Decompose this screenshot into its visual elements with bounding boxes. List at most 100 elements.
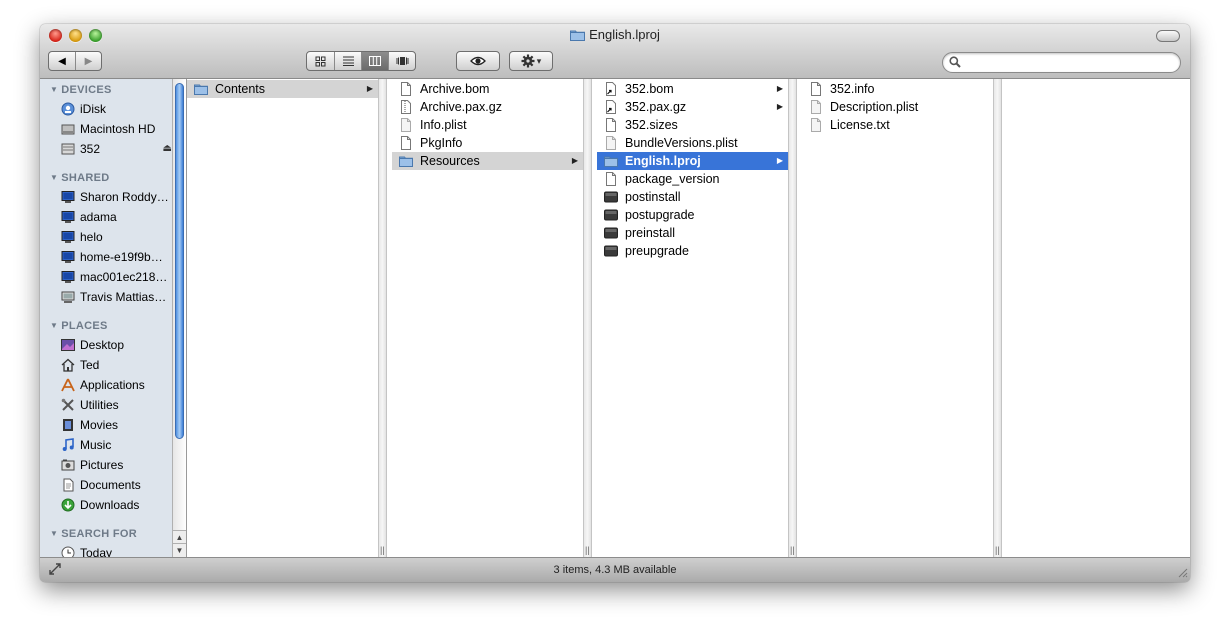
file-row[interactable]: Archive.bom xyxy=(392,80,583,98)
search-field[interactable] xyxy=(942,52,1181,73)
idisk-icon xyxy=(61,102,75,116)
archive-icon xyxy=(399,100,413,114)
sidebar-list: ▼ DEVICES iDisk Macintosh HD 352 ⏏ ▼ SHARED Shar… xyxy=(40,79,172,557)
file-row[interactable]: Contents ▶ xyxy=(187,80,378,98)
list-view-button[interactable] xyxy=(334,52,361,70)
file-row[interactable]: 352.info xyxy=(802,80,993,98)
action-menu-button[interactable]: ▾ xyxy=(509,51,553,71)
column-view-button[interactable] xyxy=(361,52,388,70)
column-resize-grip-icon[interactable]: || xyxy=(585,545,590,555)
status-text: 3 items, 4.3 MB available xyxy=(553,564,677,576)
file-row[interactable]: English.lproj ▶ xyxy=(597,152,788,170)
desktop-icon xyxy=(61,338,75,352)
file-icon xyxy=(399,82,413,96)
file-row[interactable]: preinstall xyxy=(597,224,788,242)
browser-column[interactable]: Archive.bom Archive.pax.gz Info.plist PkgIn… xyxy=(392,79,583,557)
column-divider[interactable]: || xyxy=(583,79,592,557)
window-title: English.lproj xyxy=(40,27,1190,44)
window-title-text: English.lproj xyxy=(589,27,660,42)
file-row[interactable]: BundleVersions.plist xyxy=(597,134,788,152)
file-row[interactable]: 352.bom ▶ xyxy=(597,80,788,98)
coverflow-view-button[interactable] xyxy=(388,52,415,70)
file-row[interactable]: Description.plist xyxy=(802,98,993,116)
file-row[interactable]: 352.sizes xyxy=(597,116,788,134)
search-input[interactable] xyxy=(967,55,1176,72)
icon-view-button[interactable] xyxy=(307,52,334,70)
sidebar-section-header[interactable]: ▼ PLACES xyxy=(40,315,172,335)
file-row[interactable]: preupgrade xyxy=(597,242,788,260)
sidebar-section-header[interactable]: ▼ DEVICES xyxy=(40,79,172,99)
sidebar-item[interactable]: Applications xyxy=(40,375,172,395)
sidebar-item[interactable]: Utilities xyxy=(40,395,172,415)
sidebar-item[interactable]: Pictures xyxy=(40,455,172,475)
column-divider[interactable]: || xyxy=(378,79,387,557)
quick-look-button[interactable] xyxy=(456,51,500,71)
sidebar-item[interactable]: mac001ec218… xyxy=(40,267,172,287)
sidebar-item[interactable]: adama xyxy=(40,207,172,227)
sidebar-section-header[interactable]: ▼ SEARCH FOR xyxy=(40,523,172,543)
back-button[interactable]: ◀ xyxy=(49,52,75,70)
chevron-down-icon: ▾ xyxy=(536,55,542,66)
sidebar-item[interactable]: iDisk xyxy=(40,99,172,119)
exec-icon xyxy=(604,226,618,240)
column-resize-grip-icon[interactable]: || xyxy=(380,545,385,555)
scroll-down-arrow[interactable]: ▼ xyxy=(173,543,186,557)
title-bar[interactable]: English.lproj ◀ ▶ ▾ xyxy=(40,24,1190,79)
sidebar-item[interactable]: Today xyxy=(40,543,172,557)
column-resize-grip-icon[interactable]: || xyxy=(790,545,795,555)
eject-icon[interactable]: ⏏ xyxy=(163,139,172,159)
file-row[interactable]: Archive.pax.gz xyxy=(392,98,583,116)
sidebar-item[interactable]: 352 ⏏ xyxy=(40,139,172,159)
file-row[interactable]: PkgInfo xyxy=(392,134,583,152)
resize-grip-icon[interactable] xyxy=(1177,567,1188,581)
sidebar-item[interactable]: Ted xyxy=(40,355,172,375)
eye-icon xyxy=(470,56,486,66)
file-row[interactable]: Info.plist xyxy=(392,116,583,134)
file-icon xyxy=(399,136,413,150)
sidebar-scroll-thumb[interactable] xyxy=(175,83,184,439)
sidebar-item[interactable]: home-e19f9b… xyxy=(40,247,172,267)
folder-icon xyxy=(399,154,413,168)
file-row[interactable]: 352.pax.gz ▶ xyxy=(597,98,788,116)
column-divider[interactable]: || xyxy=(993,79,1002,557)
file-icon xyxy=(604,172,618,186)
file-row[interactable]: Resources ▶ xyxy=(392,152,583,170)
toolbar-toggle-button[interactable] xyxy=(1156,30,1180,42)
disclosure-triangle-icon[interactable]: ▼ xyxy=(50,529,58,538)
browser-column[interactable]: 352.bom ▶ 352.pax.gz ▶ 352.sizes BundleVersio… xyxy=(597,79,788,557)
alias-icon xyxy=(604,100,618,114)
home-icon xyxy=(61,358,75,372)
sidebar-item[interactable]: Macintosh HD xyxy=(40,119,172,139)
browser-column[interactable]: Contents ▶ xyxy=(187,79,378,557)
sidebar-section-header[interactable]: ▼ SHARED xyxy=(40,167,172,187)
sidebar-item[interactable]: Desktop xyxy=(40,335,172,355)
plist-icon xyxy=(604,136,618,150)
disclosure-triangle-icon[interactable]: ▼ xyxy=(50,173,58,182)
file-row[interactable]: package_version xyxy=(597,170,788,188)
browser-column[interactable]: 352.info Description.plist License.txt xyxy=(802,79,993,557)
back-forward-control: ◀ ▶ xyxy=(48,51,102,71)
sidebar-item[interactable]: Music xyxy=(40,435,172,455)
sidebar-item[interactable]: Documents xyxy=(40,475,172,495)
file-row[interactable]: postinstall xyxy=(597,188,788,206)
column-divider[interactable]: || xyxy=(788,79,797,557)
file-row[interactable]: License.txt xyxy=(802,116,993,134)
documents-icon xyxy=(61,478,75,492)
sidebar-item[interactable]: helo xyxy=(40,227,172,247)
column-resize-grip-icon[interactable]: || xyxy=(995,545,1000,555)
status-bar: 3 items, 4.3 MB available xyxy=(40,557,1190,582)
gear-icon xyxy=(521,54,535,68)
sidebar-item[interactable]: Movies xyxy=(40,415,172,435)
sidebar-scrollbar[interactable]: ▲ ▼ xyxy=(172,79,186,557)
exec-icon xyxy=(604,244,618,258)
sidebar-item[interactable]: Travis Mattias… xyxy=(40,287,172,307)
sidebar-item[interactable]: Downloads xyxy=(40,495,172,515)
disclosure-triangle-icon[interactable]: ▼ xyxy=(50,321,58,330)
browser-column[interactable] xyxy=(1007,79,1190,557)
disclosure-triangle-icon[interactable]: ▼ xyxy=(50,85,58,94)
forward-button[interactable]: ▶ xyxy=(74,52,101,70)
scroll-up-arrow[interactable]: ▲ xyxy=(173,530,186,544)
sidebar-item[interactable]: Sharon Roddy… xyxy=(40,187,172,207)
file-row[interactable]: postupgrade xyxy=(597,206,788,224)
icon-view-icon xyxy=(315,56,326,66)
